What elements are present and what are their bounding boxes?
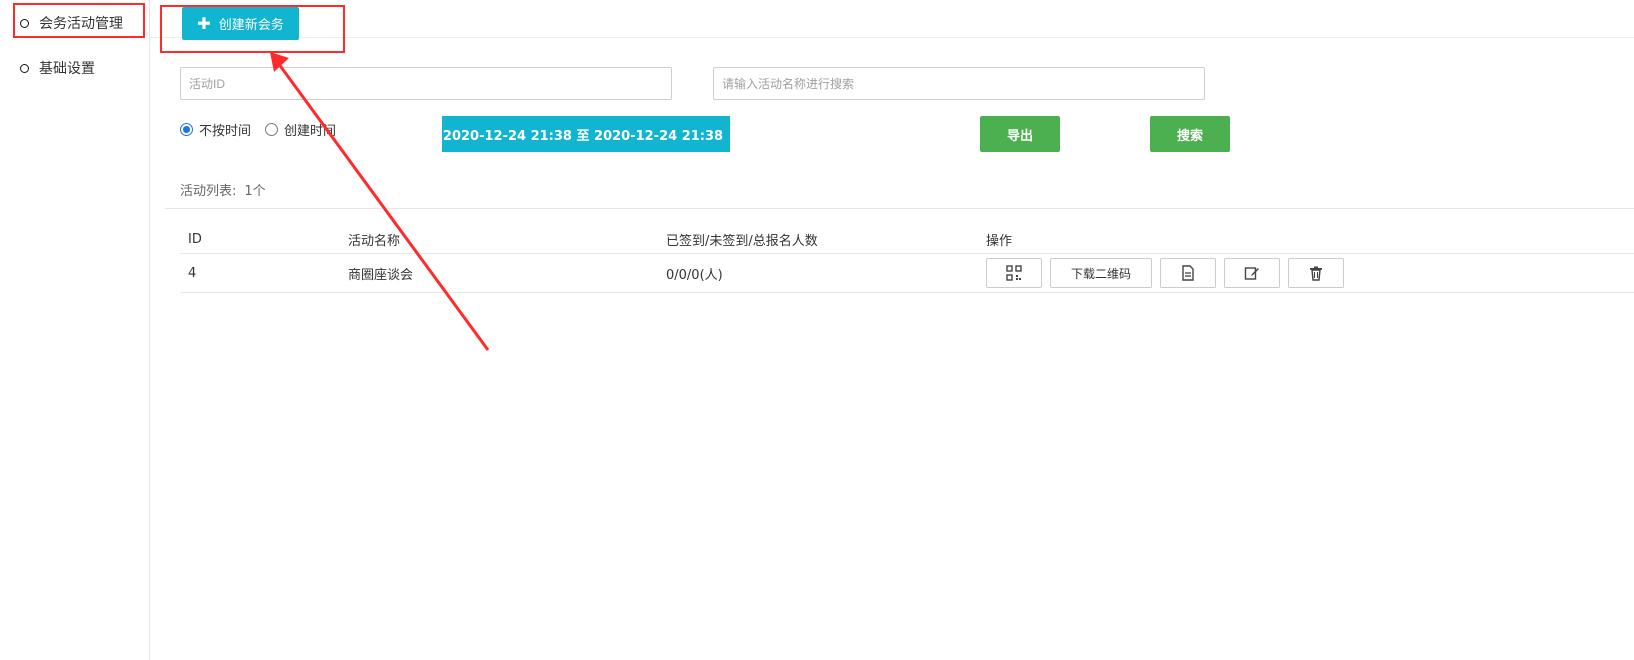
section-divider bbox=[165, 208, 1634, 209]
download-qr-button[interactable]: 下载二维码 bbox=[1050, 258, 1152, 288]
column-header-id: ID bbox=[188, 231, 202, 247]
circle-icon bbox=[20, 18, 29, 28]
page-root: 会务活动管理 基础设置 ✚ 创建新会务 不按时间 创建时间 2020-12-24… bbox=[0, 0, 1634, 660]
edit-icon bbox=[1244, 267, 1259, 280]
activity-table: ID 活动名称 已签到/未签到/总报名人数 操作 4 商圈座谈会 0/0/0(人… bbox=[180, 225, 1634, 293]
qr-code-button[interactable] bbox=[986, 258, 1042, 288]
activity-id-input[interactable] bbox=[180, 67, 672, 100]
search-label: 搜索 bbox=[1176, 128, 1203, 144]
date-range-text: 2020-12-24 21:38 至 2020-12-24 21:38 bbox=[442, 128, 724, 144]
qr-code-icon bbox=[1006, 265, 1022, 281]
row-actions: 下载二维码 bbox=[986, 258, 1344, 288]
row-name: 商圈座谈会 bbox=[348, 267, 414, 283]
sidebar-item-basic-settings[interactable]: 基础设置 bbox=[20, 58, 95, 78]
search-button[interactable]: 搜索 bbox=[1150, 116, 1230, 152]
column-header-counts: 已签到/未签到/总报名人数 bbox=[666, 233, 818, 249]
column-header-name: 活动名称 bbox=[348, 233, 401, 249]
sidebar-item-label: 会务活动管理 bbox=[39, 16, 123, 32]
sidebar: 会务活动管理 基础设置 bbox=[0, 0, 150, 660]
radio-button[interactable] bbox=[265, 123, 279, 136]
edit-button[interactable] bbox=[1224, 258, 1280, 288]
download-qr-label: 下载二维码 bbox=[1070, 266, 1131, 281]
export-button[interactable]: 导出 bbox=[980, 116, 1060, 152]
radio-no-time[interactable]: 不按时间 bbox=[180, 120, 251, 139]
create-meeting-button[interactable]: ✚ 创建新会务 bbox=[182, 7, 299, 40]
time-filter-radio-group: 不按时间 创建时间 bbox=[180, 120, 336, 139]
topbar bbox=[150, 0, 1634, 38]
activity-list-count: 1个 bbox=[244, 184, 266, 199]
activity-list-label: 活动列表: bbox=[180, 184, 237, 199]
activity-name-search-input[interactable] bbox=[713, 67, 1205, 100]
radio-label: 创建时间 bbox=[284, 124, 337, 139]
activity-list-summary: 活动列表: 1个 bbox=[180, 180, 266, 199]
sidebar-item-meeting-management[interactable]: 会务活动管理 bbox=[20, 13, 123, 33]
circle-icon bbox=[20, 63, 29, 73]
delete-button[interactable] bbox=[1288, 258, 1344, 288]
radio-label: 不按时间 bbox=[199, 124, 252, 139]
document-icon bbox=[1182, 265, 1194, 281]
row-counts: 0/0/0(人) bbox=[666, 267, 723, 283]
table-header-row: ID 活动名称 已签到/未签到/总报名人数 操作 bbox=[180, 225, 1634, 254]
document-button[interactable] bbox=[1160, 258, 1216, 288]
radio-created-time[interactable]: 创建时间 bbox=[265, 120, 336, 139]
trash-icon bbox=[1310, 266, 1322, 281]
row-id: 4 bbox=[188, 265, 197, 281]
table-row: 4 商圈座谈会 0/0/0(人) 下载二维码 bbox=[180, 254, 1634, 293]
export-label: 导出 bbox=[1006, 128, 1033, 144]
create-meeting-label: 创建新会务 bbox=[218, 18, 284, 33]
radio-button[interactable] bbox=[180, 123, 193, 136]
date-range-picker[interactable]: 2020-12-24 21:38 至 2020-12-24 21:38 bbox=[442, 116, 730, 152]
plus-icon: ✚ bbox=[197, 13, 211, 33]
column-header-actions: 操作 bbox=[986, 233, 1013, 249]
sidebar-item-label: 基础设置 bbox=[39, 61, 95, 77]
